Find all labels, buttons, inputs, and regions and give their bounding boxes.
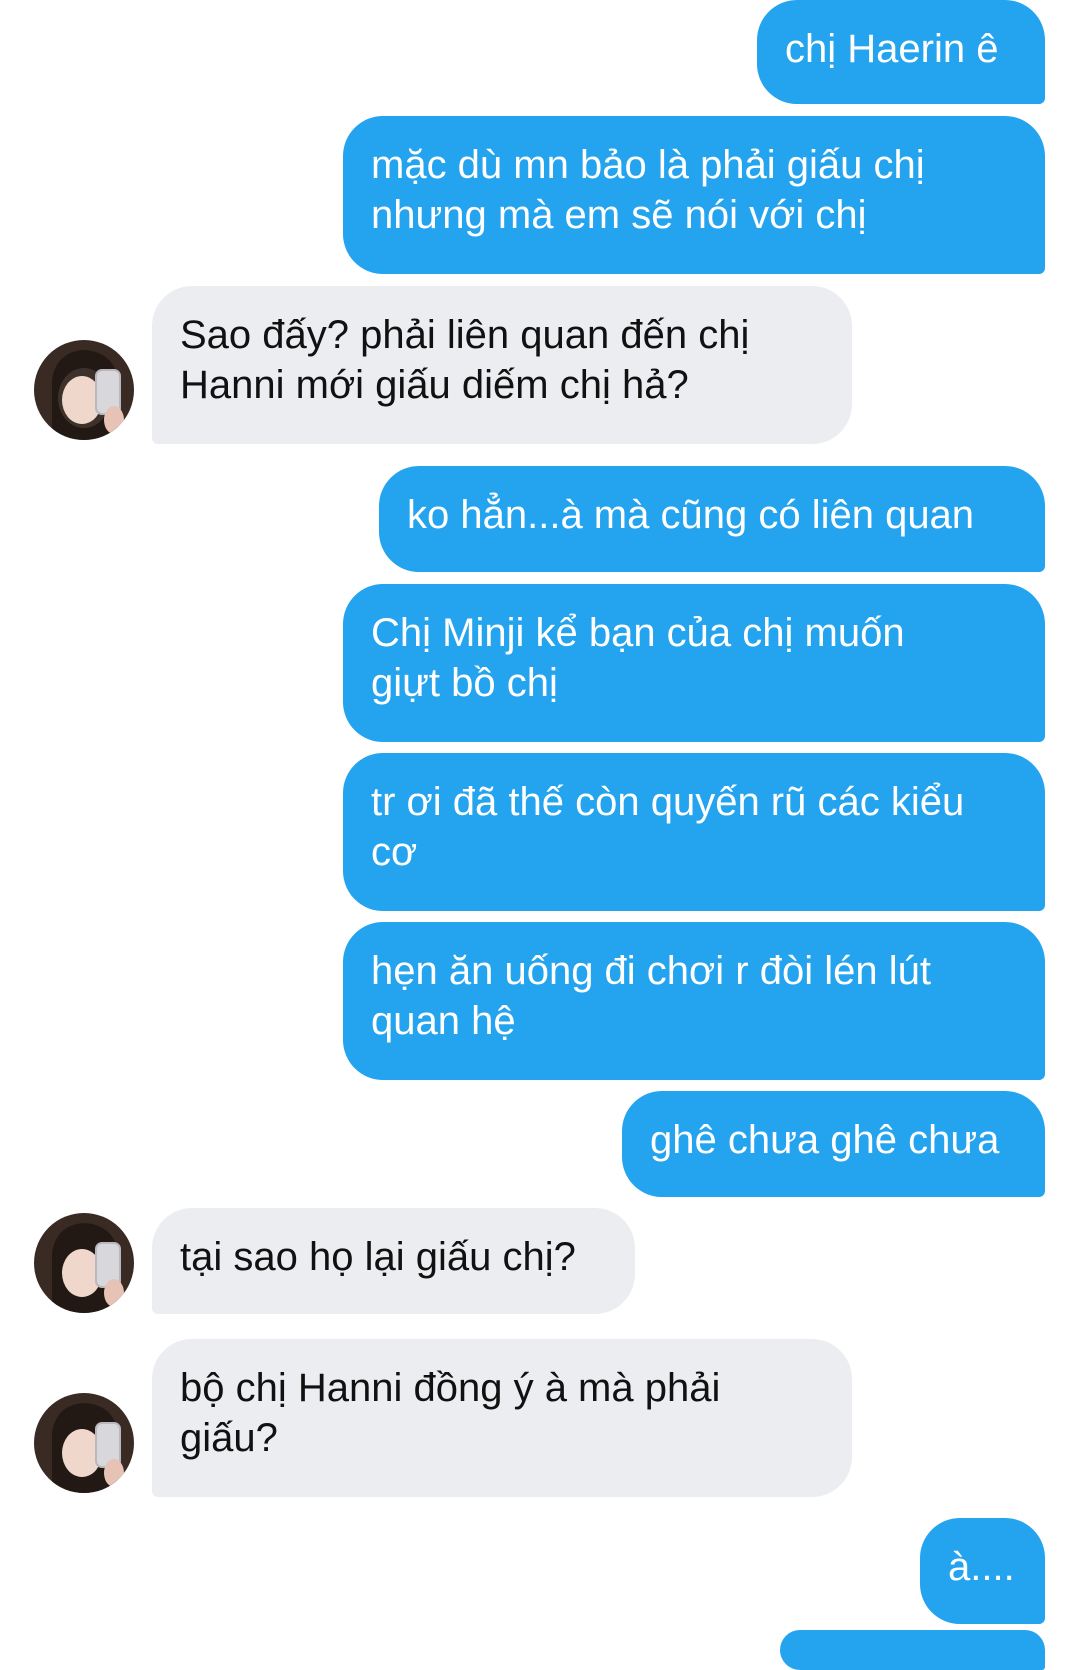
sent-message[interactable]: Chị Minji kể bạn của chị muốn giựt bồ ch… xyxy=(343,584,1045,742)
contact-avatar[interactable] xyxy=(34,1393,134,1493)
received-message[interactable]: bộ chị Hanni đồng ý à mà phải giấu? xyxy=(152,1339,852,1497)
chat-thread[interactable]: chị Haerin ê mặc dù mn bảo là phải giấu … xyxy=(0,0,1080,1670)
avatar-icon xyxy=(34,340,134,440)
sent-message-partial[interactable] xyxy=(780,1630,1045,1670)
avatar-icon xyxy=(34,1393,134,1493)
sent-message[interactable]: chị Haerin ê xyxy=(757,0,1045,104)
contact-avatar[interactable] xyxy=(34,340,134,440)
sent-message[interactable]: ko hẳn...à mà cũng có liên quan xyxy=(379,466,1045,572)
avatar-icon xyxy=(34,1213,134,1313)
received-message[interactable]: tại sao họ lại giấu chị? xyxy=(152,1208,635,1314)
contact-avatar[interactable] xyxy=(34,1213,134,1313)
sent-message[interactable]: mặc dù mn bảo là phải giấu chị nhưng mà … xyxy=(343,116,1045,274)
received-message[interactable]: Sao đấy? phải liên quan đến chị Hanni mớ… xyxy=(152,286,852,444)
sent-message[interactable]: à.... xyxy=(920,1518,1045,1624)
sent-message[interactable]: ghê chưa ghê chưa xyxy=(622,1091,1045,1197)
sent-message[interactable]: hẹn ăn uống đi chơi r đòi lén lút quan h… xyxy=(343,922,1045,1080)
sent-message[interactable]: tr ơi đã thế còn quyến rũ các kiểu cơ xyxy=(343,753,1045,911)
